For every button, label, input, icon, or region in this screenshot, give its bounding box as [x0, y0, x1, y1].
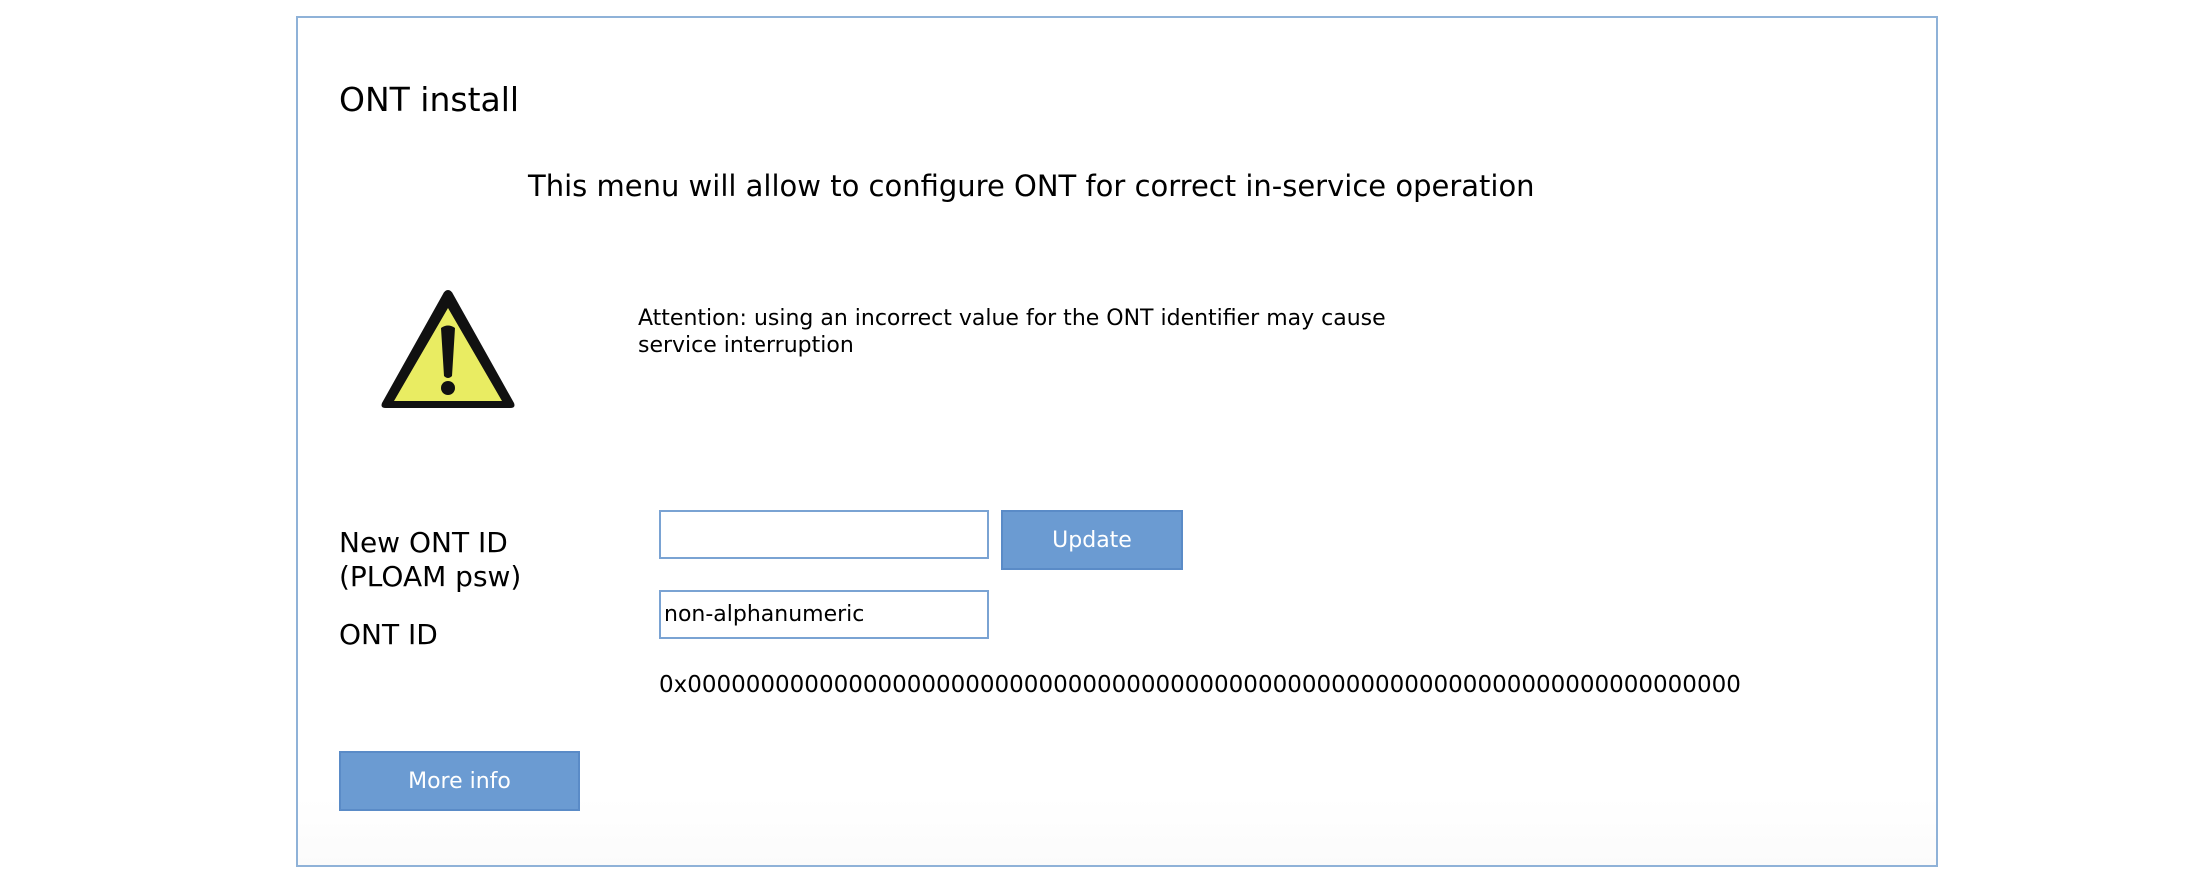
page-title: ONT install [339, 80, 520, 119]
more-info-button[interactable]: More info [339, 751, 580, 811]
attention-message: Attention: using an incorrect value for … [638, 306, 1386, 358]
new-ont-id-label: New ONT ID (PLOAM psw) [339, 526, 522, 593]
ont-install-panel: ONT install This menu will allow to conf… [296, 16, 1938, 867]
page-subtitle: This menu will allow to configure ONT fo… [528, 169, 1535, 203]
warning-triangle-icon [378, 284, 518, 414]
new-ont-id-input[interactable] [659, 510, 989, 559]
ont-id-field[interactable] [659, 590, 989, 639]
update-button[interactable]: Update [1001, 510, 1183, 570]
ont-id-hex-value: 0x00000000000000000000000000000000000000… [659, 672, 1741, 698]
ont-id-label: ONT ID [339, 618, 438, 651]
